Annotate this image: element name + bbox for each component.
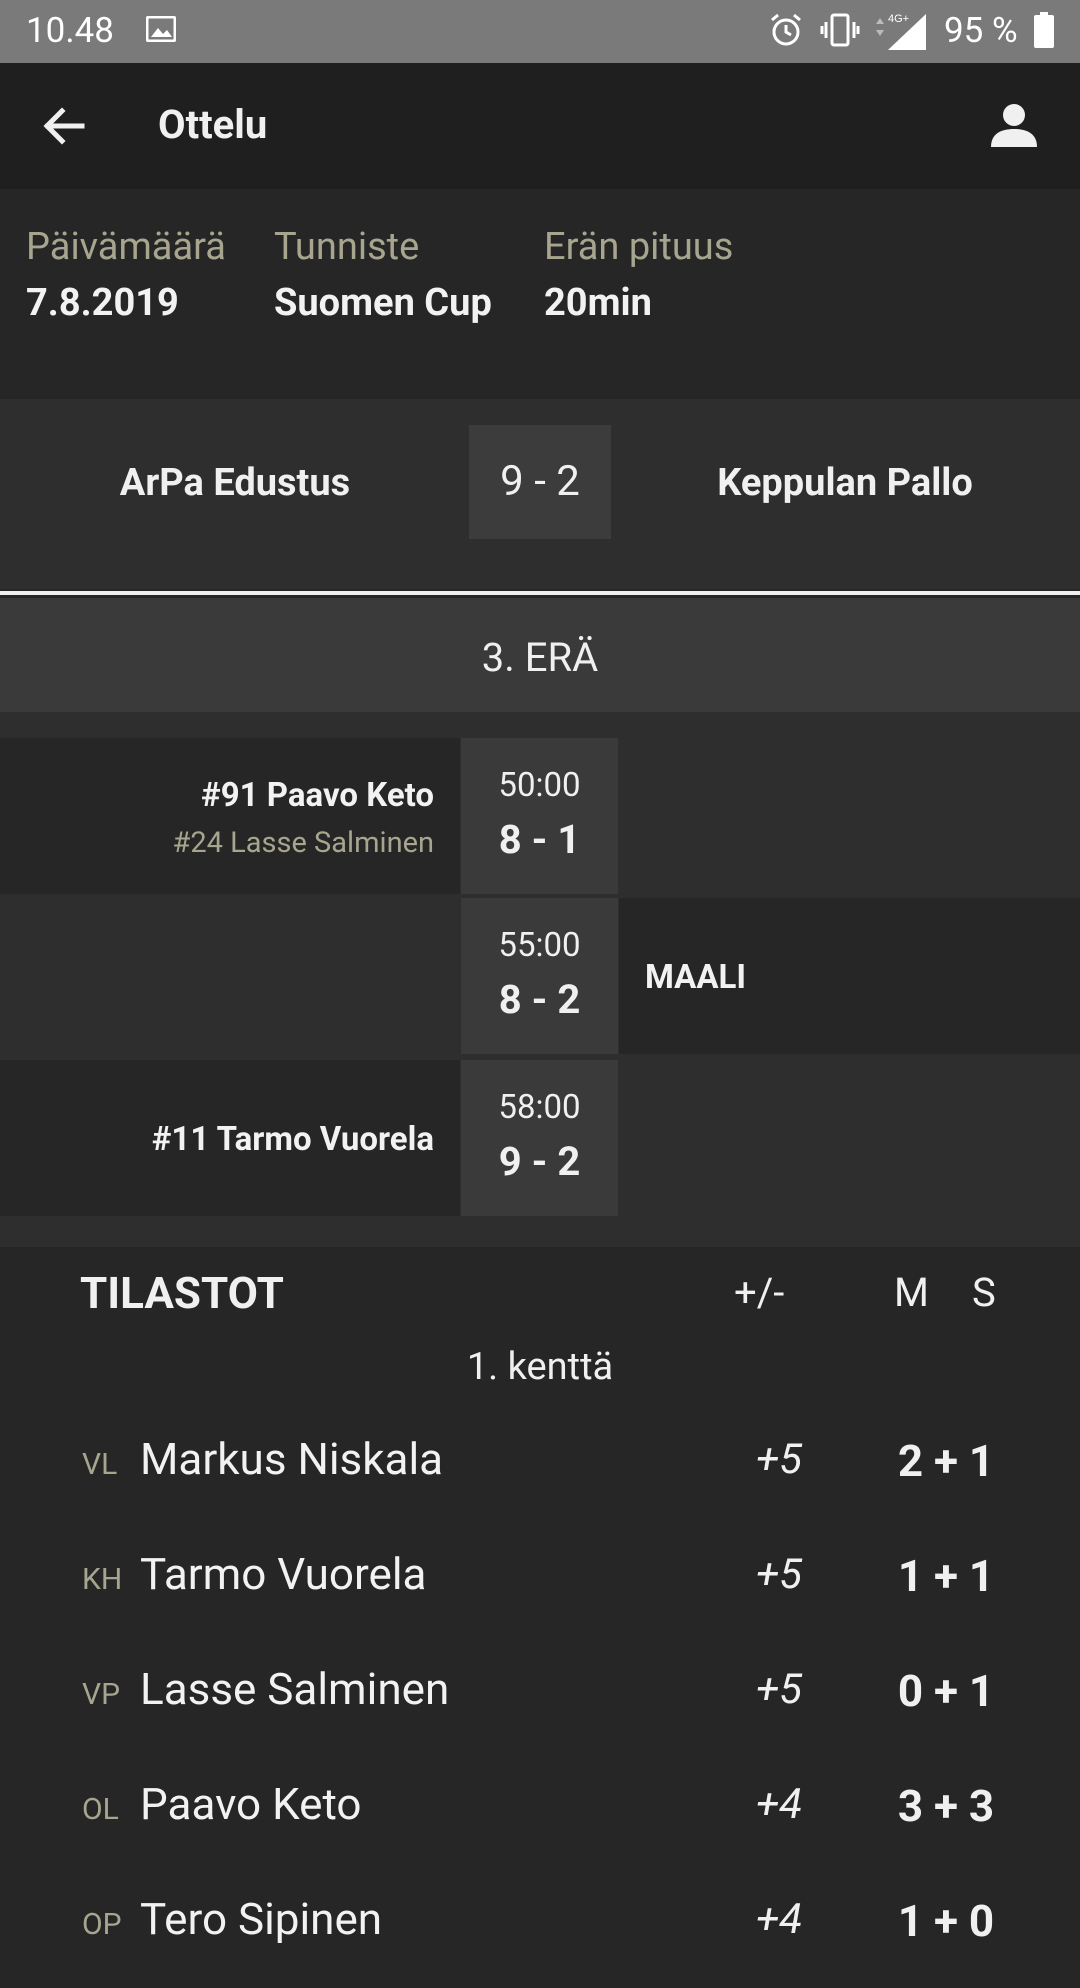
player-plusminus: +5 bbox=[756, 1435, 802, 1484]
player-name: Lasse Salminen bbox=[140, 1663, 450, 1715]
period-length-label: Erän pituus bbox=[544, 225, 734, 269]
alarm-icon bbox=[771, 13, 801, 46]
period-length-value: 20min bbox=[544, 281, 652, 325]
line-label: 1. kenttä bbox=[466, 1345, 614, 1389]
player-position: KH bbox=[82, 1562, 123, 1597]
stats-title: TILASTOT bbox=[80, 1267, 284, 1319]
match-info: Päivämäärä 7.8.2019 Tunniste Suomen Cup … bbox=[0, 189, 1080, 399]
player-row[interactable]: OL Paavo Keto +4 3 + 3 bbox=[0, 1758, 1080, 1873]
divider bbox=[0, 591, 1080, 595]
event-away-cell bbox=[619, 1060, 1080, 1216]
col-m: M bbox=[894, 1269, 929, 1316]
player-row[interactable]: VL Markus Niskala +5 2 + 1 bbox=[0, 1413, 1080, 1528]
tag-label: Tunniste bbox=[274, 225, 420, 269]
event-time-cell: 58:00 9 - 2 bbox=[461, 1060, 618, 1216]
event-away-cell bbox=[619, 738, 1080, 894]
image-icon bbox=[146, 16, 176, 42]
event-time: 50:00 bbox=[498, 766, 581, 805]
player-plusminus: +4 bbox=[756, 1780, 802, 1829]
event-home-cell: #11 Tarmo Vuorela bbox=[0, 1060, 460, 1216]
event-time: 58:00 bbox=[498, 1088, 581, 1127]
event-score: 8 - 1 bbox=[498, 816, 581, 863]
player-points: 1 + 1 bbox=[897, 1550, 995, 1602]
event-time-cell: 55:00 8 - 2 bbox=[461, 898, 618, 1054]
player-plusminus: +5 bbox=[756, 1665, 802, 1714]
period-title: 3. ERÄ bbox=[481, 634, 599, 681]
event-goal-label: MAALI bbox=[645, 958, 747, 997]
score-row: ArPa Edustus 9 - 2 Keppulan Pallo bbox=[0, 399, 1080, 589]
page-title: Ottelu bbox=[158, 101, 268, 148]
event-list: #91 Paavo Keto #24 Lasse Salminen 50:00 … bbox=[0, 712, 1080, 1247]
player-position: OL bbox=[82, 1792, 119, 1827]
app-bar: Ottelu bbox=[0, 63, 1080, 189]
away-team[interactable]: Keppulan Pallo bbox=[610, 461, 1080, 505]
home-team[interactable]: ArPa Edustus bbox=[0, 461, 470, 505]
player-points: 3 + 3 bbox=[897, 1780, 995, 1832]
player-plusminus: +5 bbox=[756, 1550, 802, 1599]
final-score: 9 - 2 bbox=[500, 457, 580, 506]
player-name: Tarmo Vuorela bbox=[140, 1548, 427, 1600]
event-scorer: #11 Tarmo Vuorela bbox=[151, 1120, 434, 1159]
event-home-cell: #91 Paavo Keto #24 Lasse Salminen bbox=[0, 738, 460, 894]
stats-section: TILASTOT +/- M S 1. kenttä VL Markus Nis… bbox=[0, 1247, 1080, 1947]
signal-icon: 4G+ bbox=[876, 13, 926, 50]
date-value: 7.8.2019 bbox=[26, 281, 179, 325]
status-time: 10.48 bbox=[26, 10, 114, 51]
player-name: Markus Niskala bbox=[140, 1433, 444, 1485]
player-row[interactable]: VP Lasse Salminen +5 0 + 1 bbox=[0, 1643, 1080, 1758]
col-s: S bbox=[972, 1269, 996, 1316]
event-time-cell: 50:00 8 - 1 bbox=[461, 738, 618, 894]
event-assist: #24 Lasse Salminen bbox=[172, 826, 434, 860]
player-points: 1 + 0 bbox=[897, 1895, 995, 1947]
player-position: VP bbox=[82, 1677, 121, 1712]
event-score: 8 - 2 bbox=[498, 976, 581, 1023]
event-home-cell bbox=[0, 898, 460, 1054]
player-points: 2 + 1 bbox=[897, 1435, 995, 1487]
col-plusminus: +/- bbox=[734, 1269, 785, 1316]
user-icon[interactable] bbox=[990, 101, 1038, 149]
battery-text: 95 % bbox=[944, 10, 1018, 51]
player-position: VL bbox=[82, 1447, 118, 1482]
score-box: 9 - 2 bbox=[469, 425, 611, 539]
player-points: 0 + 1 bbox=[897, 1665, 995, 1717]
back-arrow-icon[interactable] bbox=[40, 103, 86, 149]
event-score: 9 - 2 bbox=[498, 1138, 581, 1185]
network-label: 4G+ bbox=[888, 13, 909, 25]
period-header[interactable]: 3. ERÄ bbox=[0, 598, 1080, 712]
player-name: Tero Sipinen bbox=[140, 1893, 383, 1945]
player-row[interactable]: KH Tarmo Vuorela +5 1 + 1 bbox=[0, 1528, 1080, 1643]
player-position: OP bbox=[82, 1907, 122, 1942]
event-away-cell: MAALI bbox=[619, 898, 1080, 1054]
vibrate-icon bbox=[820, 13, 860, 47]
player-row[interactable]: OP Tero Sipinen +4 1 + 0 bbox=[0, 1873, 1080, 1988]
battery-icon bbox=[1034, 12, 1054, 48]
player-name: Paavo Keto bbox=[140, 1778, 362, 1830]
event-scorer: #91 Paavo Keto bbox=[201, 776, 434, 815]
date-label: Päivämäärä bbox=[26, 225, 226, 269]
status-bar: 10.48 4G+ 95 % bbox=[0, 0, 1080, 63]
event-time: 55:00 bbox=[498, 926, 581, 965]
tag-value: Suomen Cup bbox=[274, 281, 492, 325]
